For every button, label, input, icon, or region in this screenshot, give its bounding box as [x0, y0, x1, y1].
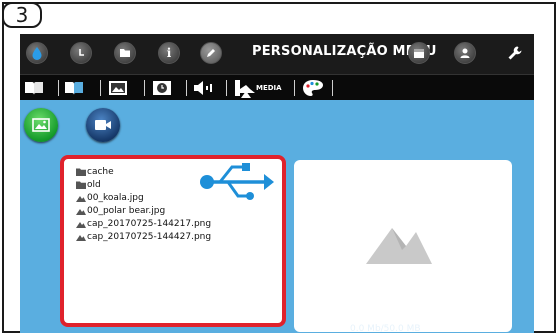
selected-tab-pointer — [241, 91, 251, 98]
photo-mode-button[interactable] — [24, 108, 58, 142]
water-drop-icon[interactable] — [24, 40, 50, 66]
separator — [226, 80, 227, 96]
image-preview-panel — [294, 160, 512, 332]
image-file-icon — [76, 207, 87, 215]
separator — [294, 80, 295, 96]
media-content-area: cache old 00_koala.jpg 00_polar bear.jpg cap… — [20, 100, 534, 333]
step-badge: 3 — [2, 2, 42, 28]
separator — [58, 80, 59, 96]
image-file-icon — [76, 220, 87, 228]
calendar-icon[interactable] — [406, 40, 432, 66]
file-item[interactable]: cap_20170725-144217.png — [76, 217, 211, 230]
palette-icon[interactable] — [302, 78, 324, 98]
folder-icon[interactable] — [112, 40, 138, 66]
file-name: 00_polar bear.jpg — [87, 205, 166, 216]
image-icon[interactable] — [108, 78, 128, 98]
media-submenu-bar: MEDIA — [20, 74, 534, 100]
file-item[interactable]: 00_polar bear.jpg — [76, 204, 211, 217]
wrench-icon[interactable] — [502, 40, 528, 66]
file-name: old — [87, 179, 101, 190]
image-placeholder-icon — [366, 228, 432, 264]
edit-pencil-icon[interactable] — [198, 40, 224, 66]
folder-item[interactable]: cache — [76, 165, 211, 178]
storage-usage: 0.0 Mb/50.0 MB — [350, 324, 421, 333]
file-name: cache — [87, 166, 114, 177]
top-menu-bar: i PERSONALIZAÇÃO MENU — [20, 34, 534, 74]
file-name: 00_koala.jpg — [87, 192, 144, 203]
video-mode-button[interactable] — [86, 108, 120, 142]
image-file-icon — [76, 194, 87, 202]
separator — [332, 80, 333, 96]
clock-icon[interactable] — [152, 78, 172, 98]
photo-icon — [32, 118, 50, 132]
file-item[interactable]: cap_20170725-144427.png — [76, 230, 211, 243]
separator — [186, 80, 187, 96]
file-list: cache old 00_koala.jpg 00_polar bear.jpg cap… — [76, 165, 211, 243]
image-file-icon — [76, 233, 87, 241]
device-screen: i PERSONALIZAÇÃO MENU MEDIA cache old 00… — [20, 34, 534, 333]
speaker-icon[interactable] — [192, 78, 218, 98]
folder-icon — [76, 181, 87, 189]
media-tab-label[interactable]: MEDIA — [256, 84, 282, 92]
book-icon[interactable] — [64, 78, 84, 98]
folder-icon — [76, 168, 87, 176]
file-name: cap_20170725-144217.png — [87, 218, 212, 229]
video-camera-icon — [95, 120, 111, 130]
open-book-icon[interactable] — [24, 78, 44, 98]
info-icon[interactable]: i — [156, 40, 182, 66]
temperature-icon[interactable] — [68, 40, 94, 66]
folder-item[interactable]: old — [76, 178, 211, 191]
file-name: cap_20170725-144427.png — [87, 231, 212, 242]
separator — [100, 80, 101, 96]
usb-icon — [200, 163, 274, 200]
user-icon[interactable] — [452, 40, 478, 66]
separator — [144, 80, 145, 96]
usb-file-browser: cache old 00_koala.jpg 00_polar bear.jpg cap… — [60, 155, 286, 327]
file-item[interactable]: 00_koala.jpg — [76, 191, 211, 204]
